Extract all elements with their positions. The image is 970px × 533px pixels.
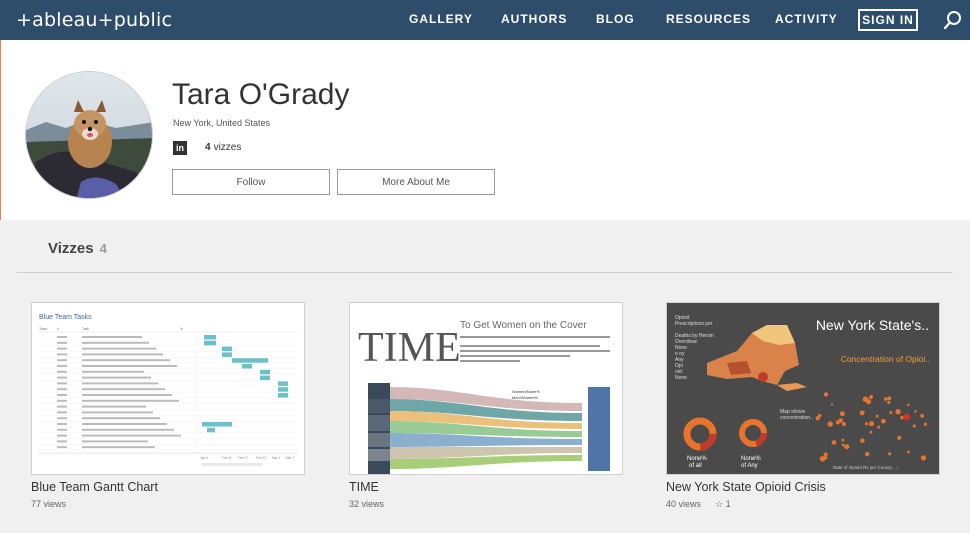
nav-authors[interactable]: AUTHORS bbox=[501, 12, 567, 26]
section-divider bbox=[17, 272, 953, 273]
viz-card-gantt[interactable]: Blue Team Tasks Team # Task% Jan 6 Feb 11 Fe… bbox=[31, 302, 305, 475]
svg-text:Feb 17: Feb 17 bbox=[238, 456, 248, 460]
opioid-thumbnail: OpioidPrescriptions per Deaths by Heroin… bbox=[667, 303, 939, 474]
svg-text:Mar 1: Mar 1 bbox=[272, 456, 280, 460]
follow-button[interactable]: Follow bbox=[172, 169, 330, 195]
card-title-time[interactable]: TIME bbox=[349, 480, 379, 494]
sign-in-button[interactable]: SIGN IN bbox=[858, 9, 918, 31]
avatar bbox=[25, 71, 153, 199]
svg-text:Feb 23: Feb 23 bbox=[256, 456, 266, 460]
svg-text:of Any: of Any bbox=[741, 463, 758, 469]
nav-blog[interactable]: BLOG bbox=[596, 12, 635, 26]
svg-text:None%: None% bbox=[741, 456, 761, 462]
profile-header: Tara O'Grady New York, United States in … bbox=[0, 40, 970, 220]
gantt-thumbnail: Blue Team Tasks Team # Task% Jan 6 Feb 11 Fe… bbox=[39, 314, 297, 466]
svg-text:%: % bbox=[180, 327, 183, 331]
svg-text:Task: Task bbox=[82, 327, 89, 331]
svg-text:of all: of all bbox=[689, 463, 702, 469]
vizzes-count: 4 bbox=[99, 241, 107, 256]
vizzes-heading: Vizzes 4 bbox=[48, 240, 107, 257]
gantt-thumb-title: Blue Team Tasks bbox=[39, 314, 92, 321]
profile-location: New York, United States bbox=[173, 118, 271, 128]
viz-count-label: vizzes bbox=[213, 142, 242, 153]
star-icon: ☆ bbox=[715, 499, 724, 509]
nav-gallery[interactable]: GALLERY bbox=[409, 12, 473, 26]
svg-text:Feb 11: Feb 11 bbox=[222, 456, 232, 460]
nav-activity[interactable]: ACTIVITY bbox=[775, 12, 838, 26]
opioid-thumb-subtitle: Concentration of Opioi.. bbox=[841, 354, 930, 364]
svg-text:#: # bbox=[57, 327, 59, 331]
svg-text:Rate of Opioid Rx per County .: Rate of Opioid Rx per County .. › bbox=[833, 465, 899, 470]
viz-card-time[interactable]: TIME To Get Women on the Cover Women/Non… bbox=[349, 302, 623, 475]
opioid-thumb-title: New York State's.. bbox=[816, 317, 929, 333]
viz-count: 4 vizzes bbox=[205, 142, 241, 153]
card-views-gantt: 77 views bbox=[31, 499, 67, 509]
favorites-count: ☆ 1 bbox=[715, 499, 731, 510]
svg-text:Team: Team bbox=[39, 327, 47, 331]
svg-text:Women/None%: Women/None% bbox=[512, 389, 540, 394]
time-thumb-heading: To Get Women on the Cover bbox=[460, 320, 587, 331]
svg-text:Mar 7: Mar 7 bbox=[286, 456, 294, 460]
more-about-me-button[interactable]: More About Me bbox=[337, 169, 495, 195]
profile-name: Tara O'Grady bbox=[172, 78, 350, 111]
card-views-opioid: 40 views bbox=[666, 499, 702, 509]
svg-text:Prescriptions per: Prescriptions per bbox=[675, 321, 713, 327]
svg-text:concentration..: concentration.. bbox=[780, 415, 813, 421]
favorites-number: 1 bbox=[725, 499, 731, 509]
time-thumb-logo: TIME bbox=[358, 325, 461, 371]
search-icon[interactable] bbox=[943, 10, 963, 30]
vizzes-title: Vizzes bbox=[48, 240, 94, 257]
linkedin-icon[interactable]: in bbox=[173, 141, 187, 155]
viz-count-number: 4 bbox=[205, 142, 211, 153]
svg-text:None%: None% bbox=[687, 456, 707, 462]
nav-resources[interactable]: RESOURCES bbox=[666, 12, 751, 26]
svg-text:Men/Women%: Men/Women% bbox=[512, 395, 539, 400]
svg-text:Jan 6: Jan 6 bbox=[200, 456, 208, 460]
nav-links: GALLERY AUTHORS BLOG RESOURCES ACTIVITY bbox=[0, 0, 970, 40]
card-views-time: 32 views bbox=[349, 499, 385, 509]
svg-text:None: None bbox=[675, 375, 687, 381]
card-title-gantt[interactable]: Blue Team Gantt Chart bbox=[31, 480, 158, 494]
viz-card-opioid[interactable]: Opioid Prescriptions per Deaths by Heroin… bbox=[666, 302, 940, 475]
top-nav: +ableau+public GALLERY AUTHORS BLOG RESO… bbox=[0, 0, 970, 40]
time-thumbnail: TIME To Get Women on the Cover Women/Non… bbox=[350, 303, 622, 474]
card-title-opioid[interactable]: New York State Opioid Crisis bbox=[666, 480, 826, 494]
